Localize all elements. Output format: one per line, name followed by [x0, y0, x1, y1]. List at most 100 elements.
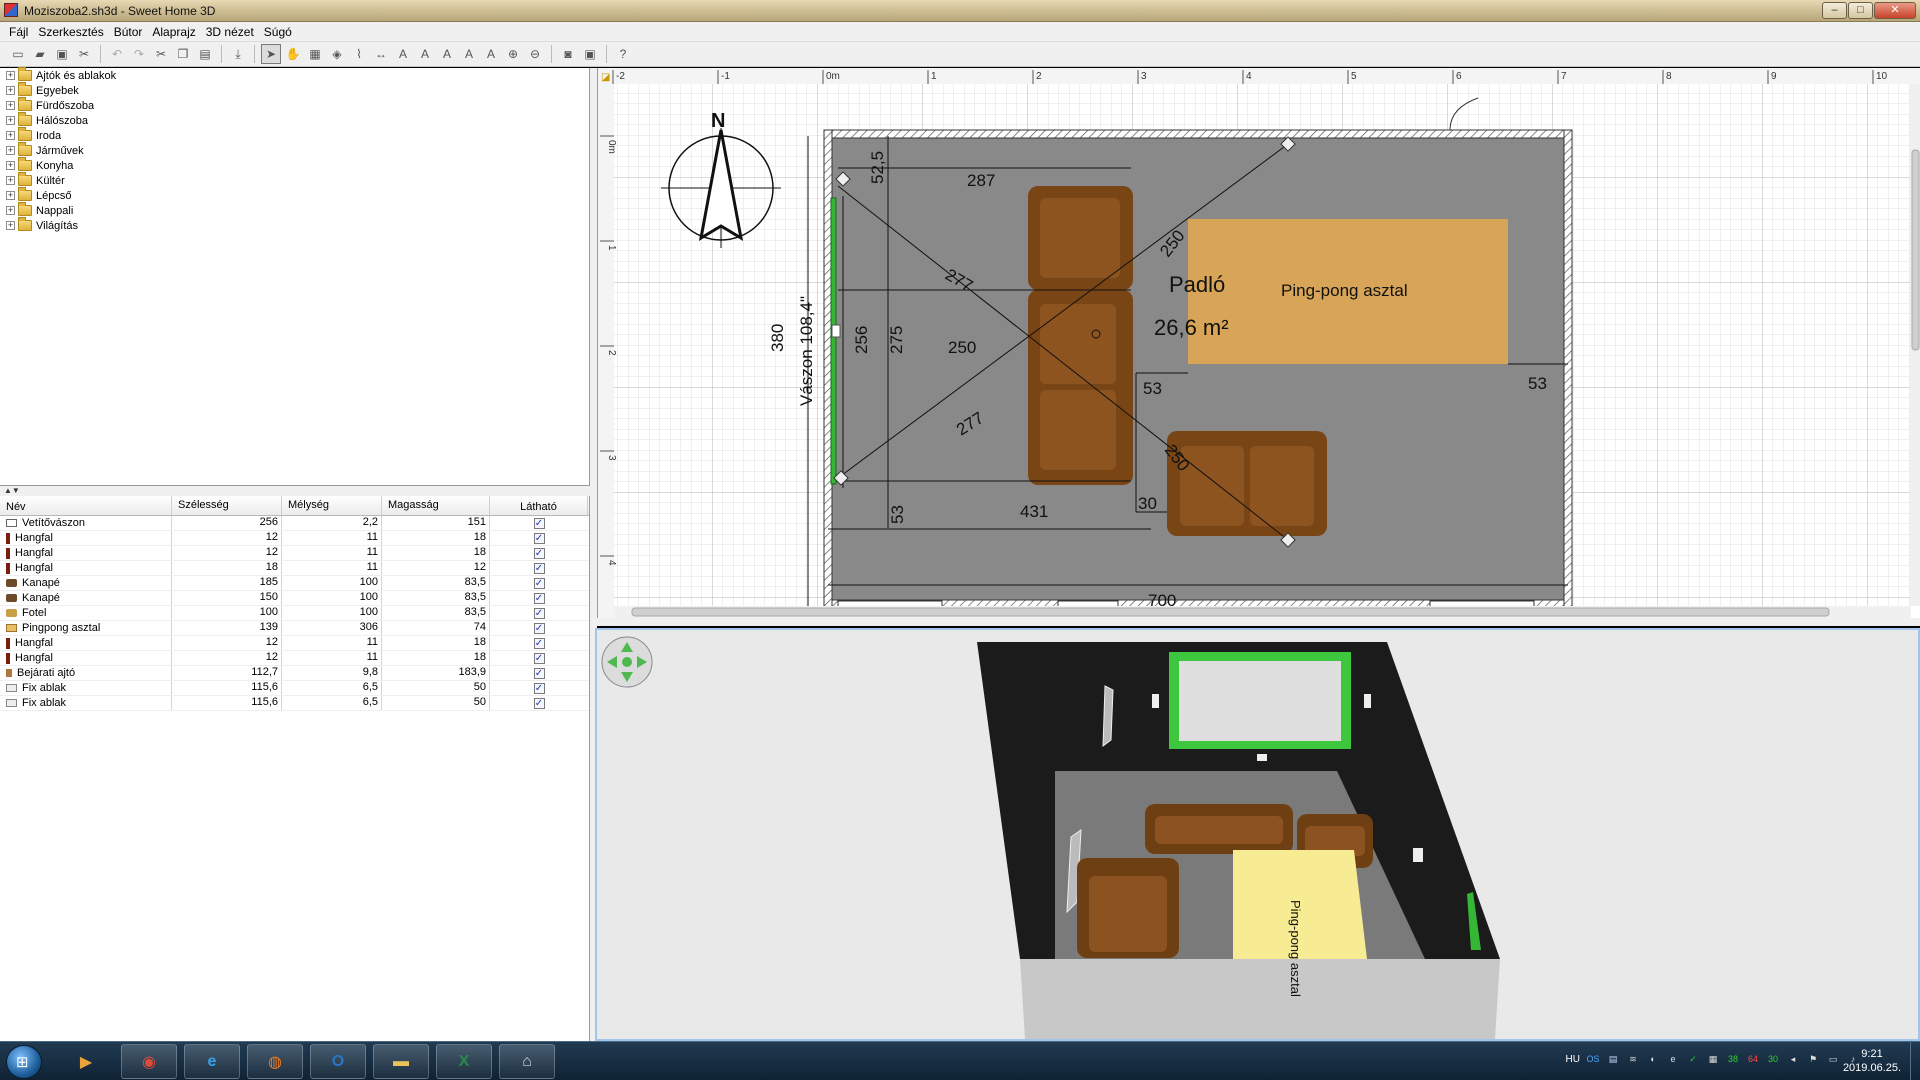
create-polylines-icon[interactable]: ⌇: [349, 44, 369, 64]
visible-checkbox[interactable]: ✓: [533, 532, 545, 544]
catalog-splitter[interactable]: ▲▼: [0, 486, 590, 496]
taskbar-excel-button[interactable]: X: [436, 1044, 492, 1079]
catalog-category[interactable]: + Járművek: [0, 142, 589, 158]
visible-checkbox[interactable]: ✓: [533, 577, 545, 589]
open-icon[interactable]: ▰: [30, 44, 50, 64]
expand-icon[interactable]: +: [6, 131, 15, 140]
expand-icon[interactable]: +: [6, 71, 15, 80]
zoom-in-icon[interactable]: ⊕: [503, 44, 523, 64]
column-height[interactable]: Magasság: [382, 496, 490, 515]
tray-network-icon[interactable]: ≋: [1626, 1052, 1640, 1066]
table-row[interactable]: Pingpong asztal 139 306 74 ✓: [0, 621, 589, 636]
sofa-1[interactable]: [1028, 290, 1133, 485]
maximize-button[interactable]: □: [1848, 2, 1873, 19]
catalog-category[interactable]: + Világítás: [0, 217, 589, 233]
plan-view[interactable]: ◪ -2 -1 0m 1 2 3 4 5 6 7 8 9 10 0m 1 2 3 4: [597, 68, 1920, 618]
taskbar-chrome-button[interactable]: ◉: [121, 1044, 177, 1079]
tray-outlook-icon[interactable]: OS: [1586, 1052, 1600, 1066]
tray-temp1-icon[interactable]: 38: [1726, 1052, 1740, 1066]
table-row[interactable]: Hangfal 12 11 18 ✓: [0, 651, 589, 666]
undo-icon[interactable]: ↶: [107, 44, 127, 64]
sofa-2[interactable]: [1167, 431, 1327, 536]
tray-temp3-icon[interactable]: 30: [1766, 1052, 1780, 1066]
room-name-label[interactable]: Padló: [1169, 272, 1225, 297]
visible-checkbox[interactable]: ✓: [533, 637, 545, 649]
paste-icon[interactable]: ▤: [195, 44, 215, 64]
help-icon[interactable]: ?: [613, 44, 633, 64]
visible-checkbox[interactable]: ✓: [533, 682, 545, 694]
catalog-category[interactable]: + Fürdőszoba: [0, 97, 589, 113]
taskbar-internet-explorer-button[interactable]: e: [184, 1044, 240, 1079]
expand-icon[interactable]: +: [6, 176, 15, 185]
wall-right[interactable]: [1563, 129, 1573, 611]
table-row[interactable]: Hangfal 12 11 18 ✓: [0, 531, 589, 546]
catalog-category[interactable]: + Egyebek: [0, 82, 589, 98]
3d-navigation-control[interactable]: [601, 636, 653, 688]
redo-icon[interactable]: ↷: [129, 44, 149, 64]
expand-icon[interactable]: +: [6, 206, 15, 215]
column-depth[interactable]: Mélység: [282, 496, 382, 515]
column-visible[interactable]: Látható: [490, 496, 588, 515]
catalog-category[interactable]: + Hálószoba: [0, 112, 589, 128]
taskbar-sweet-home-3d-button[interactable]: ⌂: [499, 1044, 555, 1079]
3d-view[interactable]: Ping-pong asztal: [595, 628, 1920, 1041]
taskbar-media-player-button[interactable]: ▶: [58, 1044, 114, 1079]
expand-icon[interactable]: +: [6, 191, 15, 200]
show-desktop-button[interactable]: [1910, 1042, 1920, 1080]
visible-checkbox[interactable]: ✓: [533, 547, 545, 559]
decrease-text-icon[interactable]: A: [437, 44, 457, 64]
cut-x-icon[interactable]: ✂: [74, 44, 94, 64]
table-row[interactable]: Fix ablak 115,6 6,5 50 ✓: [0, 681, 589, 696]
create-walls-icon[interactable]: ▦: [305, 44, 325, 64]
save-icon[interactable]: ▣: [52, 44, 72, 64]
menu-edit[interactable]: Szerkesztés: [33, 25, 108, 39]
menu-file[interactable]: Fájl: [4, 25, 33, 39]
table-row[interactable]: Vetítővászon 256 2,2 151 ✓: [0, 516, 589, 531]
menu-3d-view[interactable]: 3D nézet: [201, 25, 259, 39]
catalog-category[interactable]: + Nappali: [0, 202, 589, 218]
pan-mode-icon[interactable]: ✋: [283, 44, 303, 64]
expand-icon[interactable]: +: [6, 161, 15, 170]
expand-icon[interactable]: +: [6, 101, 15, 110]
tray-flag-icon[interactable]: ⚑: [1806, 1052, 1820, 1066]
expand-icon[interactable]: +: [6, 116, 15, 125]
visible-checkbox[interactable]: ✓: [533, 562, 545, 574]
plan-3d-splitter[interactable]: [597, 618, 1920, 626]
minimize-button[interactable]: –: [1822, 2, 1847, 19]
catalog-category[interactable]: + Iroda: [0, 127, 589, 143]
select-mode-icon[interactable]: ➤: [261, 44, 281, 64]
table-row[interactable]: Fotel 100 100 83,5 ✓: [0, 606, 589, 621]
tray-app-icon[interactable]: ◐: [1646, 1052, 1660, 1066]
close-button[interactable]: ✕: [1874, 2, 1916, 19]
tray-e-icon[interactable]: e: [1666, 1052, 1680, 1066]
tray-temp2-icon[interactable]: 64: [1746, 1052, 1760, 1066]
visible-checkbox[interactable]: ✓: [533, 667, 545, 679]
visible-checkbox[interactable]: ✓: [533, 607, 545, 619]
start-button[interactable]: ⊞: [6, 1045, 42, 1079]
catalog-category[interactable]: + Kültér: [0, 172, 589, 188]
visible-checkbox[interactable]: ✓: [533, 622, 545, 634]
table-row[interactable]: Fix ablak 115,6 6,5 50 ✓: [0, 696, 589, 711]
tray-doc-icon[interactable]: ▤: [1606, 1052, 1620, 1066]
table-row[interactable]: Hangfal 12 11 18 ✓: [0, 546, 589, 561]
column-width[interactable]: Szélesség: [172, 496, 282, 515]
column-name[interactable]: Név: [0, 496, 172, 515]
taskbar-explorer-button[interactable]: ▬: [373, 1044, 429, 1079]
expand-icon[interactable]: +: [6, 146, 15, 155]
language-indicator[interactable]: HU: [1566, 1054, 1580, 1065]
visible-checkbox[interactable]: ✓: [533, 697, 545, 709]
catalog-category[interactable]: + Ajtók és ablakok: [0, 67, 589, 83]
table-row[interactable]: Hangfal 18 11 12 ✓: [0, 561, 589, 576]
visible-checkbox[interactable]: ✓: [533, 517, 545, 529]
ping-pong-table-label[interactable]: Ping-pong asztal: [1281, 281, 1408, 300]
armchair[interactable]: [1028, 186, 1133, 290]
visible-checkbox[interactable]: ✓: [533, 652, 545, 664]
zoom-out-icon[interactable]: ⊖: [525, 44, 545, 64]
taskbar-outlook-button[interactable]: O: [310, 1044, 366, 1079]
catalog-category[interactable]: + Lépcső: [0, 187, 589, 203]
bold-text-icon[interactable]: A: [459, 44, 479, 64]
table-row[interactable]: Bejárati ajtó 112,7 9,8 183,9 ✓: [0, 666, 589, 681]
table-row[interactable]: Kanapé 150 100 83,5 ✓: [0, 591, 589, 606]
create-dimensions-icon[interactable]: ↔: [371, 44, 391, 64]
taskbar-firefox-button[interactable]: ◍: [247, 1044, 303, 1079]
